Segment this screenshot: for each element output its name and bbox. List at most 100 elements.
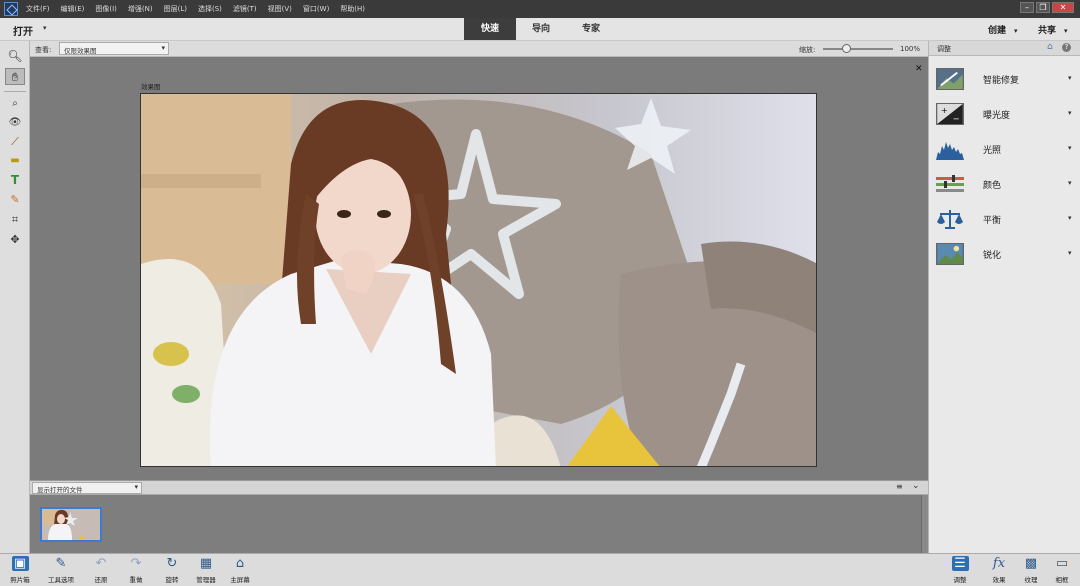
taskbar-label: 工具选项 [48,576,74,584]
adjustments-icon: ☰ [951,556,969,571]
chevron-down-icon[interactable]: ⌄ [912,481,920,491]
tool-options-button[interactable]: ✎ 工具选项 [46,556,76,584]
panel-header: 调整 ⌂ ? [929,41,1080,56]
chevron-down-icon: ▾ [1014,27,1018,35]
share-label: 共享 [1038,26,1057,36]
home-icon[interactable]: ⌂ [1047,42,1053,52]
balance-scale-icon [936,208,964,230]
menu-layer[interactable]: 图层(L) [164,4,187,14]
help-icon[interactable]: ? [1062,43,1071,52]
chevron-down-icon: ▾ [1068,249,1072,257]
taskbar-label: 旋转 [165,576,179,584]
red-eye-tool-icon[interactable]: 👁︎ [5,114,25,131]
minimize-button[interactable]: – [1020,2,1034,13]
hand-tool-icon[interactable]: ✋︎ [5,68,25,85]
frame-icon: ▭ [1055,556,1069,571]
restore-button[interactable]: ❐ [1036,2,1050,13]
fx-icon: fx [992,556,1006,571]
tab-expert[interactable]: 专家 [566,18,616,40]
bin-menu-icon[interactable]: ≡ [896,482,903,491]
move-tool-icon[interactable]: ✥ [5,231,25,248]
create-button[interactable]: 创建 ▾ [988,23,1018,36]
adjustment-label: 锐化 [983,251,1002,261]
rotate-button[interactable]: ↻ 旋转 [157,556,187,584]
menu-select[interactable]: 选择(S) [198,4,222,14]
adjustment-label: 智能修复 [983,76,1020,86]
menu-view[interactable]: 视图(V) [268,4,292,14]
photo-bin-bar: 显示打开的文件 ≡ ⌄ [30,480,928,495]
photo-bin-button[interactable]: ▣ 照片箱 [5,556,35,584]
effects-button[interactable]: fx 效果 [984,556,1014,584]
adjustment-label: 光照 [983,146,1002,156]
organizer-button[interactable]: ▦ 管理器 [191,556,221,584]
text-tool-icon[interactable]: T [5,172,25,189]
organizer-icon: ▦ [199,556,213,571]
chevron-down-icon: ▾ [1068,214,1072,222]
chevron-down-icon: ▾ [1068,74,1072,82]
zoom-label: 缩放: [799,46,816,54]
view-label: 查看: [35,46,52,54]
taskbar-label: 主屏幕 [230,576,250,584]
mode-bar: 打开 ▾ 快速 导向 专家 创建 ▾ 共享 ▾ [0,18,1080,41]
adjustments-button[interactable]: ☰ 调整 [945,556,975,584]
redo-icon: ↷ [130,556,142,571]
straighten-tool-icon[interactable]: ▬ [5,152,25,169]
home-screen-button[interactable]: ⌂ 主屏幕 [225,556,255,584]
textures-button[interactable]: ▩ 纹理 [1016,556,1046,584]
bin-scrollbar[interactable] [921,495,928,553]
toolbox-divider [4,91,26,92]
redo-button[interactable]: ↷ 重做 [121,556,151,584]
share-button[interactable]: 共享 ▾ [1038,23,1068,36]
quick-selection-tool-icon[interactable]: ⌕ [5,95,25,112]
crop-tool-icon[interactable]: ⌗ [5,211,25,228]
bin-files-select[interactable]: 显示打开的文件 [32,482,142,494]
adjustment-sharpen[interactable]: 锐化 ▾ [929,240,1080,270]
close-button[interactable]: ✕ [1052,2,1074,13]
spot-healing-tool-icon[interactable]: ✎ [5,191,25,208]
taskbar-label: 管理器 [196,576,216,584]
tab-guided[interactable]: 导向 [516,18,566,40]
menu-enhance[interactable]: 增强(N) [128,4,153,14]
adjustment-label: 平衡 [983,216,1002,226]
open-button[interactable]: 打开 [13,23,33,38]
chevron-down-icon: ▾ [1068,179,1072,187]
zoom-tool-icon[interactable]: 🔍︎ [5,48,25,65]
zoom-slider[interactable] [823,48,893,50]
close-document-icon[interactable]: ✕ [915,64,923,74]
home-screen-icon: ⌂ [235,556,245,571]
menu-help[interactable]: 帮助(H) [340,4,365,14]
photo-thumbnail[interactable] [40,507,102,542]
adjustment-smart-fix[interactable]: 智能修复 ▾ [929,65,1080,95]
photo-bin-icon: ▣ [11,556,29,571]
tab-quick[interactable]: 快速 [464,18,516,40]
adjustment-balance[interactable]: 平衡 ▾ [929,205,1080,235]
menu-file[interactable]: 文件(F) [26,4,50,14]
rotate-icon: ↻ [166,556,178,571]
adjustment-exposure[interactable]: + − 曝光度 ▾ [929,100,1080,130]
options-bar: 查看: 仅限效果图 缩放: 100% [30,41,928,57]
frames-button[interactable]: ▭ 相框 [1047,556,1077,584]
exposure-icon: +− [936,103,964,125]
canvas-area: 效果图 ✕ [30,57,928,480]
thumbnail-image [42,509,100,540]
open-dropdown-icon[interactable]: ▾ [43,24,47,32]
menu-image[interactable]: 图像(I) [95,4,117,14]
panel-title: 调整 [937,45,951,53]
whiten-teeth-tool-icon[interactable]: ⟋ [5,133,25,150]
menu-edit[interactable]: 编辑(E) [61,4,85,14]
undo-button[interactable]: ↶ 还原 [86,556,116,584]
menu-bar: 文件(F) 编辑(E) 图像(I) 增强(N) 图层(L) 选择(S) 滤镜(T… [0,0,1080,18]
taskbar-label: 相框 [1055,576,1069,584]
menu-window[interactable]: 窗口(W) [303,4,329,14]
menu-filter[interactable]: 滤镜(T) [233,4,257,14]
photo-preview[interactable] [140,93,817,467]
chevron-down-icon: ▾ [1064,27,1068,35]
menu-list: 文件(F) 编辑(E) 图像(I) 增强(N) 图层(L) 选择(S) 滤镜(T… [26,0,376,18]
adjustment-lighting[interactable]: 光照 ▾ [929,135,1080,165]
view-select[interactable]: 仅限效果图 [59,42,169,55]
adjustment-label: 颜色 [983,181,1002,191]
create-label: 创建 [988,26,1007,36]
adjustment-color[interactable]: 颜色 ▾ [929,170,1080,200]
zoom-slider-handle[interactable] [842,44,852,53]
sharpen-icon [936,243,964,265]
